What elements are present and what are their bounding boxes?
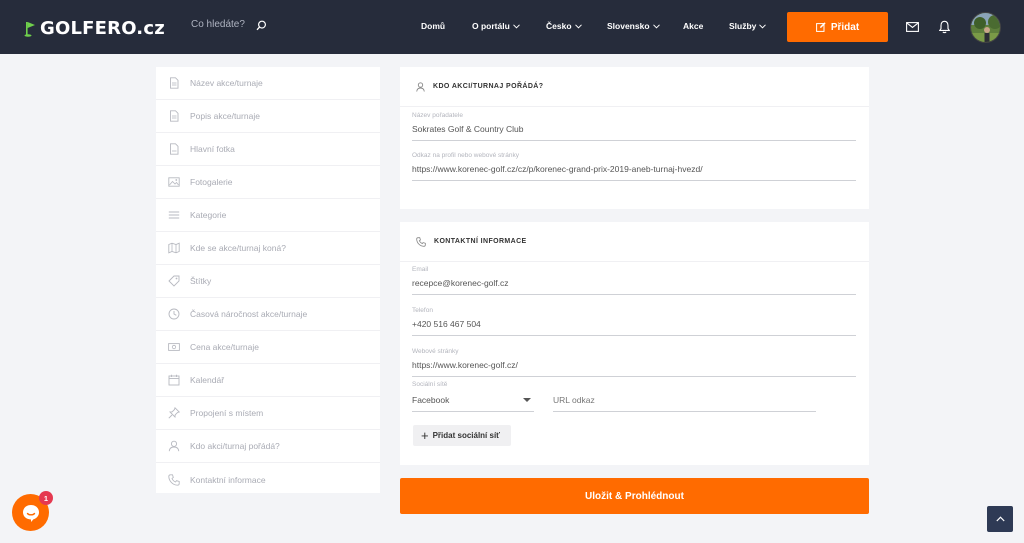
search-icon[interactable] [256,20,267,31]
document-icon [170,143,179,155]
chevron-up-icon [995,516,1005,522]
map-icon [168,242,180,254]
contact-card: KONTAKTNÍ INFORMACE Email recepce@korene… [400,222,869,465]
website-input[interactable]: https://www.korenec-golf.cz/ [412,360,856,377]
nav-item-sluzby[interactable]: Služby [729,21,767,31]
sidebar-item-kategorie[interactable]: Kategorie [156,199,380,232]
money-icon [168,343,180,351]
scroll-to-top-button[interactable] [987,506,1013,532]
nav-item-slovensko[interactable]: Slovensko [607,21,660,31]
search-input[interactable]: Co hledáte? [191,19,245,30]
sidebar-item-stitky[interactable]: Štítky [156,265,380,298]
plus-icon: + [421,428,429,443]
user-icon [168,440,180,452]
website-field[interactable]: Webové stránky https://www.korenec-golf.… [412,348,856,377]
pin-icon [168,407,180,419]
add-button[interactable]: Přidat [787,12,888,42]
sidebar-item-casova-narocnost[interactable]: Časová náročnost akce/turnaje [156,298,380,331]
sidebar-item-kalendar[interactable]: Kalendář [156,364,380,397]
phone-label: Telefon [412,307,433,314]
chevron-down-icon [512,23,520,29]
list-icon [168,211,180,219]
contact-card-title: KONTAKTNÍ INFORMACE [434,238,527,245]
contact-card-header: KONTAKTNÍ INFORMACE [400,222,869,262]
save-and-preview-button[interactable]: Uložit & Prohlédnout [400,478,869,514]
bell-icon[interactable] [939,20,950,34]
social-url-input[interactable]: URL odkaz [553,395,816,412]
edit-icon [815,22,826,32]
sidebar-item-popis[interactable]: Popis akce/turnaje [156,100,380,133]
nav-item-o-portalu[interactable]: O portálu [472,21,520,31]
social-label: Sociální sítě [412,381,448,388]
organizer-card-title: KDO AKCI/TURNAJ POŘÁDÁ? [433,83,544,90]
image-icon [168,177,180,187]
document-icon [170,77,179,89]
logo-text: GOLFERO.cz [40,18,165,39]
section-sidebar: Název akce/turnaje Popis akce/turnaje Hl… [156,67,380,493]
add-social-button[interactable]: + Přidat sociální síť [413,425,511,446]
organizer-name-input[interactable]: Sokrates Golf & Country Club [412,124,856,141]
organizer-name-label: Název pořadatele [412,112,463,119]
sidebar-item-propojeni[interactable]: Propojení s místem [156,397,380,430]
organizer-link-input[interactable]: https://www.korenec-golf.cz/cz/p/korenec… [412,164,856,181]
organizer-card-header: KDO AKCI/TURNAJ POŘÁDÁ? [400,67,869,107]
nav-item-domu[interactable]: Domů [421,21,445,31]
nav-item-akce[interactable]: Akce [683,21,703,31]
organizer-name-field[interactable]: Název pořadatele Sokrates Golf & Country… [412,112,856,141]
chevron-down-icon [759,23,767,29]
sidebar-item-fotogalerie[interactable]: Fotogalerie [156,166,380,199]
organizer-link-field[interactable]: Odkaz na profil nebo webové stránky http… [412,152,856,181]
mail-icon[interactable] [906,22,919,32]
user-icon [416,81,425,92]
chat-bubble-icon [22,504,39,522]
sidebar-item-hlavni-fotka[interactable]: Hlavní fotka [156,133,380,166]
sidebar-item-nazev[interactable]: Název akce/turnaje [156,67,380,100]
chevron-down-icon [652,23,660,29]
email-field[interactable]: Email recepce@korenec-golf.cz [412,266,856,295]
tag-icon [168,275,180,287]
user-photo [971,13,1000,42]
clock-icon [168,308,180,320]
organizer-card: KDO AKCI/TURNAJ POŘÁDÁ? Název pořadatele… [400,67,869,209]
sidebar-item-cena[interactable]: Cena akce/turnaje [156,331,380,364]
document-icon [170,110,179,122]
phone-icon [168,473,180,486]
phone-icon [416,236,426,247]
top-header: GOLFERO.cz Co hledáte? Domů O portálu Če… [0,0,1024,54]
phone-field[interactable]: Telefon +420 516 467 504 [412,307,856,336]
sidebar-item-kdo-porada[interactable]: Kdo akci/turnaj pořádá? [156,430,380,463]
sidebar-item-kontaktni-informace[interactable]: Kontaktní informace [156,463,380,496]
sidebar-item-kde[interactable]: Kde se akce/turnaj koná? [156,232,380,265]
logo[interactable]: GOLFERO.cz [24,18,165,39]
golf-flag-icon [24,21,35,37]
website-label: Webové stránky [412,348,459,355]
avatar[interactable] [970,12,1001,43]
search-box[interactable]: Co hledáte? [191,19,267,31]
email-input[interactable]: recepce@korenec-golf.cz [412,278,856,295]
caret-down-icon [523,398,531,402]
organizer-link-label: Odkaz na profil nebo webové stránky [412,152,519,159]
nav-item-cesko[interactable]: Česko [546,21,582,31]
chevron-down-icon [574,23,582,29]
chat-notification-badge: 1 [39,491,53,505]
phone-input[interactable]: +420 516 467 504 [412,319,856,336]
calendar-icon [168,374,180,386]
social-network-selected: Facebook [412,395,450,405]
email-label: Email [412,266,429,273]
social-network-select[interactable]: Facebook [412,395,534,412]
